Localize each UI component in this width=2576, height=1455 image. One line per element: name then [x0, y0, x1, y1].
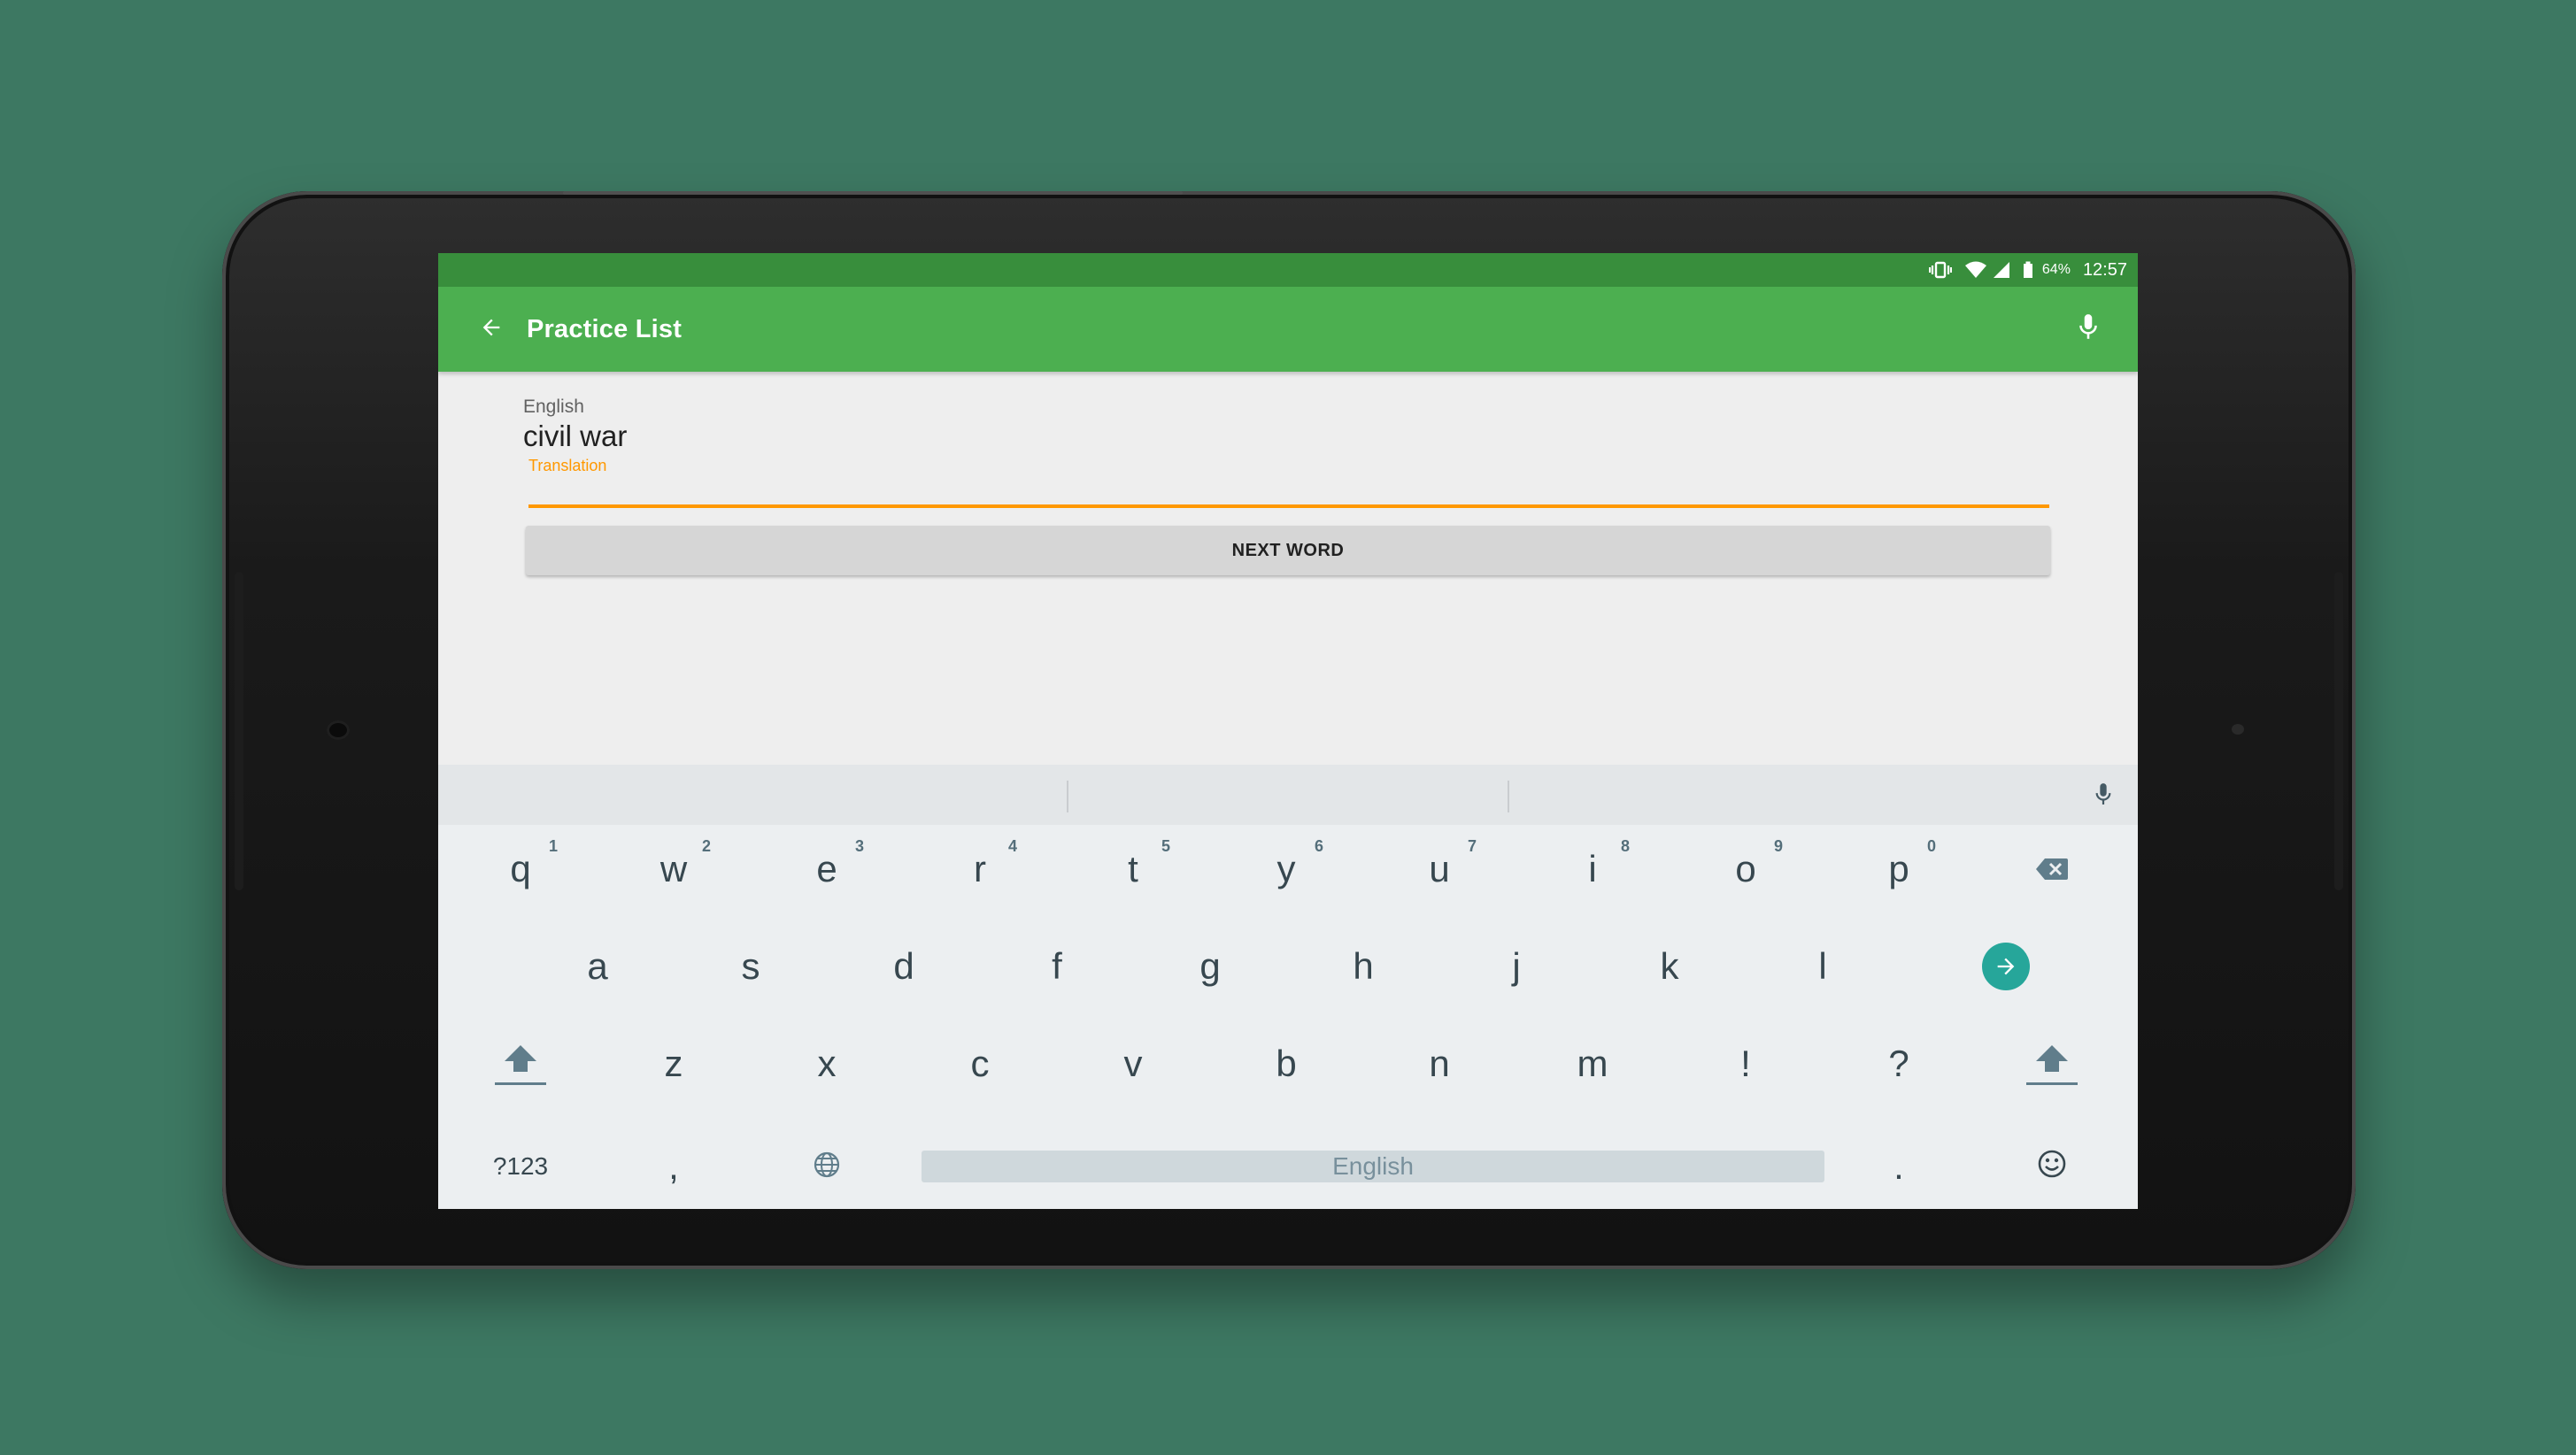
key-hint: 7: [1467, 837, 1477, 855]
key-z[interactable]: z: [603, 1020, 744, 1108]
translation-label: Translation: [528, 457, 607, 474]
back-button[interactable]: [474, 312, 509, 347]
key-n[interactable]: n: [1369, 1020, 1510, 1108]
practice-word: civil war: [523, 420, 628, 452]
arrow-left-icon: [479, 315, 504, 344]
shift-icon: [2026, 1043, 2078, 1085]
key-k[interactable]: k: [1599, 922, 1740, 1011]
key-i[interactable]: i8: [1522, 825, 1663, 913]
key-r[interactable]: r4: [909, 825, 1051, 913]
key-l[interactable]: l: [1752, 922, 1893, 1011]
key-label: i: [1588, 848, 1597, 889]
key-x[interactable]: x: [756, 1020, 898, 1108]
soft-keyboard: q1 w2 e3 r4 t5 y6 u7 i8 o9 p0 a s d f g …: [438, 765, 2138, 1209]
next-word-button[interactable]: NEXT WORD: [526, 526, 2050, 575]
key-hint: 6: [1314, 837, 1323, 855]
shift-key-right[interactable]: [1981, 1020, 2123, 1108]
backspace-key[interactable]: [1981, 825, 2123, 913]
key-f[interactable]: f: [986, 922, 1128, 1011]
emoji-key[interactable]: [1981, 1122, 2123, 1209]
space-bar[interactable]: English: [922, 1151, 1824, 1182]
key-u[interactable]: u7: [1369, 825, 1510, 913]
vibrate-icon: [1928, 261, 1952, 279]
microphone-icon: [2077, 313, 2100, 346]
page-title: Practice List: [527, 314, 683, 343]
app-bar: Practice List: [438, 287, 2138, 372]
key-label: y: [1276, 848, 1296, 889]
shift-icon: [495, 1043, 546, 1085]
key-label: w: [659, 848, 688, 889]
key-label: t: [1128, 848, 1138, 889]
voice-search-button[interactable]: [2071, 312, 2106, 347]
key-w[interactable]: w2: [603, 825, 744, 913]
key-j[interactable]: j: [1446, 922, 1587, 1011]
suggestion-divider: [1067, 781, 1068, 812]
bezel-edge: [563, 191, 1183, 195]
key-hint: 0: [1926, 837, 1936, 855]
device-screen: 64% 12:57 Practice List English civil wa…: [438, 253, 2138, 1209]
battery-percent: 64%: [2041, 262, 2071, 277]
language-label: English: [523, 396, 584, 417]
suggestion-divider: [1508, 781, 1509, 812]
key-g[interactable]: g: [1139, 922, 1281, 1011]
key-question[interactable]: ?: [1828, 1020, 1970, 1108]
key-p[interactable]: p0: [1828, 825, 1970, 913]
key-s[interactable]: s: [680, 922, 821, 1011]
key-hint: 9: [1773, 837, 1783, 855]
key-d[interactable]: d: [833, 922, 975, 1011]
key-hint: 8: [1620, 837, 1630, 855]
key-q[interactable]: q1: [450, 825, 591, 913]
key-label: u: [1429, 848, 1450, 889]
sensor: [2232, 724, 2244, 735]
enter-key[interactable]: [1935, 922, 2077, 1011]
key-y[interactable]: y6: [1215, 825, 1357, 913]
key-e[interactable]: e3: [756, 825, 898, 913]
battery-icon: [2023, 261, 2033, 279]
key-label: q: [510, 848, 531, 889]
emoji-icon: [2037, 1145, 2067, 1188]
key-o[interactable]: o9: [1675, 825, 1816, 913]
clock: 12:57: [2082, 259, 2127, 280]
translation-input[interactable]: [528, 504, 2049, 508]
signal-icon: [1993, 261, 2010, 279]
key-v[interactable]: v: [1062, 1020, 1204, 1108]
backspace-icon: [2035, 848, 2069, 890]
key-h[interactable]: h: [1292, 922, 1434, 1011]
key-b[interactable]: b: [1215, 1020, 1357, 1108]
key-label: p: [1888, 848, 1909, 889]
wifi-icon: [1964, 261, 1987, 279]
microphone-icon: [2094, 781, 2113, 813]
status-bar: 64% 12:57: [438, 253, 2138, 287]
key-hint: 4: [1007, 837, 1017, 855]
symbols-key[interactable]: ?123: [450, 1122, 591, 1209]
shift-key-left[interactable]: [450, 1020, 591, 1108]
front-camera: [327, 720, 350, 740]
key-hint: 5: [1161, 837, 1170, 855]
key-exclamation[interactable]: !: [1675, 1020, 1816, 1108]
key-label: r: [974, 848, 986, 889]
keyboard-mic-button[interactable]: [2090, 781, 2117, 812]
key-m[interactable]: m: [1522, 1020, 1663, 1108]
key-hint: 1: [548, 837, 558, 855]
language-switch-key[interactable]: [756, 1122, 898, 1209]
key-label: o: [1735, 848, 1756, 889]
suggestion-strip: [438, 765, 2138, 825]
key-hint: 3: [854, 837, 864, 855]
practice-card: English civil war Translation NEXT WORD: [438, 372, 2138, 648]
key-period[interactable]: .: [1828, 1122, 1970, 1209]
key-hint: 2: [701, 837, 711, 855]
key-comma[interactable]: ,: [603, 1122, 744, 1209]
speaker-right: [2334, 572, 2343, 890]
key-t[interactable]: t5: [1062, 825, 1204, 913]
speaker-left: [235, 572, 243, 890]
key-c[interactable]: c: [909, 1020, 1051, 1108]
key-a[interactable]: a: [527, 922, 668, 1011]
globe-icon: [813, 1145, 841, 1188]
arrow-right-circle-icon: [1982, 943, 2030, 990]
key-label: e: [816, 848, 837, 889]
